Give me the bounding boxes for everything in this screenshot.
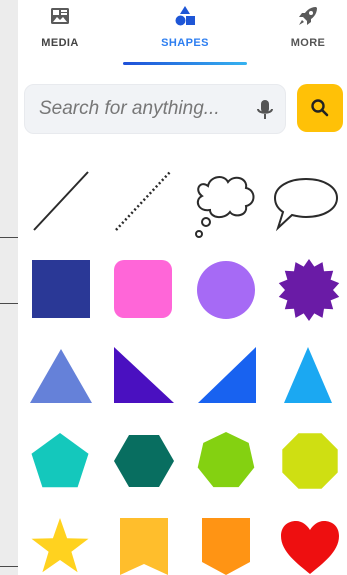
square-shape[interactable] [32,260,90,318]
shapes-panel: MEDIA SHAPES MORE [18,0,347,575]
triangle-shape[interactable] [30,349,92,403]
rounded-square-shape[interactable] [114,260,172,318]
starburst-shape[interactable] [278,259,340,321]
search-input[interactable] [39,85,244,133]
heart-shape[interactable] [280,520,340,575]
octagon-shape[interactable] [280,432,340,490]
media-icon [51,8,69,24]
tab-media-label: MEDIA [41,37,79,49]
pentagon-shape[interactable] [30,432,90,490]
tab-more[interactable]: MORE [270,0,346,64]
dotted-line-shape[interactable] [114,170,172,232]
right-triangle-mirrored-shape[interactable] [198,347,256,403]
star-shape[interactable] [30,516,90,575]
thought-bubble-shape[interactable] [190,172,260,244]
search-icon [311,99,329,117]
ribbon-banner-shape[interactable] [120,518,168,575]
divider [0,237,18,238]
search-button[interactable] [297,84,343,132]
tab-media[interactable]: MEDIA [20,0,100,64]
right-triangle-shape[interactable] [114,347,174,403]
speech-bubble-shape[interactable] [272,176,340,234]
microphone-icon[interactable] [254,98,276,122]
pointed-banner-shape[interactable] [202,518,250,575]
circle-shape[interactable] [196,260,256,320]
tab-more-label: MORE [290,37,326,49]
acute-triangle-shape[interactable] [284,347,332,403]
divider [0,303,18,304]
tab-bar: MEDIA SHAPES MORE [18,0,347,66]
search-box [24,84,286,134]
active-tab-indicator [123,62,247,65]
line-shape[interactable] [32,170,90,232]
tab-shapes[interactable]: SHAPES [123,0,247,64]
shapes-icon [175,6,195,26]
hexagon-shape[interactable] [114,432,174,490]
side-strip [0,0,18,575]
tab-shapes-label: SHAPES [161,37,209,49]
heptagon-shape[interactable] [196,432,256,490]
divider [0,566,18,567]
rocket-icon [299,7,317,25]
